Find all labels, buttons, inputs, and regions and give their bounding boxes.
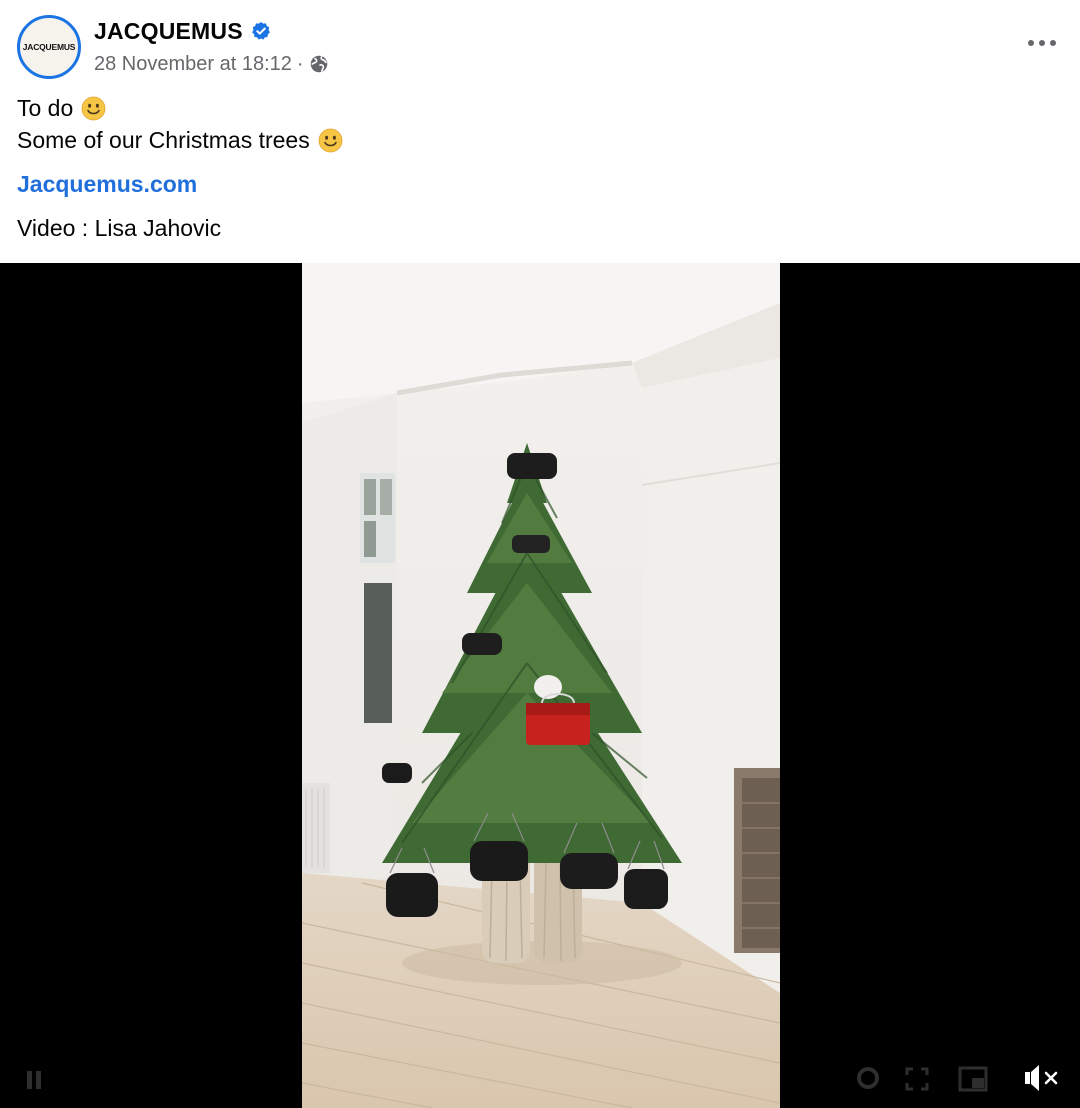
pause-icon — [27, 1071, 41, 1089]
video-frame[interactable] — [302, 263, 780, 1108]
christmas-tree-video-still — [302, 263, 780, 1108]
post-meta: 28 November at 18:12 · — [94, 51, 329, 77]
play-pause-button[interactable] — [22, 1068, 46, 1092]
video-credit: Video : Lisa Jahovic — [17, 215, 222, 241]
page-name[interactable]: JACQUEMUS — [94, 18, 243, 45]
avatar-logo-text: JACQUEMUS — [22, 42, 76, 52]
post-timestamp[interactable]: 28 November at 18:12 — [94, 53, 292, 76]
fullscreen-icon — [905, 1067, 929, 1091]
picture-in-picture-button[interactable] — [958, 1066, 988, 1092]
facebook-post: JACQUEMUS JACQUEMUS 28 November at 18:12… — [0, 0, 1080, 1108]
more-options-icon — [1028, 40, 1056, 46]
message-line-2-text: Some of our Christmas trees — [17, 127, 310, 153]
fullscreen-button[interactable] — [904, 1066, 930, 1092]
mute-toggle-button[interactable] — [1022, 1060, 1062, 1096]
message-link-line: Jacquemus.com — [17, 168, 1057, 200]
video-player[interactable] — [0, 263, 1080, 1108]
verified-badge-icon — [251, 21, 271, 41]
meta-separator: · — [296, 52, 304, 75]
picture-in-picture-icon — [958, 1066, 988, 1092]
message-line-2: Some of our Christmas trees — [17, 124, 1057, 156]
page-name-row: JACQUEMUS — [94, 16, 271, 46]
post-message: To do Some of our Christmas trees Jacque… — [17, 92, 1057, 244]
smiley-emoji-icon — [81, 96, 106, 121]
page-avatar[interactable]: JACQUEMUS — [17, 15, 81, 79]
globe-icon[interactable] — [309, 54, 329, 74]
settings-button[interactable] — [854, 1064, 882, 1092]
gear-icon — [857, 1067, 879, 1089]
post-header: JACQUEMUS JACQUEMUS 28 November at 18:12… — [0, 0, 1080, 90]
more-options-button[interactable] — [1024, 28, 1060, 58]
message-line-1-text: To do — [17, 95, 74, 121]
message-line-1: To do — [17, 92, 1057, 124]
volume-muted-icon — [1025, 1065, 1058, 1091]
smiley-emoji-icon — [318, 128, 343, 153]
website-link[interactable]: Jacquemus.com — [17, 171, 197, 197]
